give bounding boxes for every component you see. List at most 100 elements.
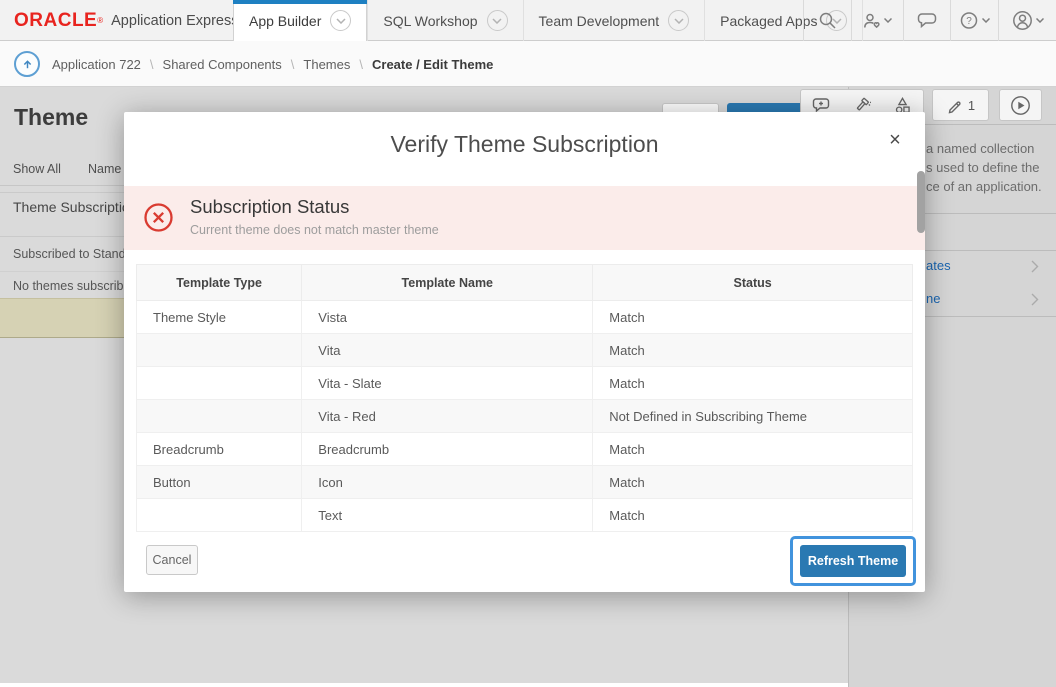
- page-footer-strip: [0, 683, 848, 687]
- chevron-right-icon: [1031, 293, 1039, 306]
- table-row: BreadcrumbBreadcrumbMatch: [137, 433, 913, 466]
- template-type-cell: [137, 499, 302, 532]
- status-cell: Match: [593, 466, 913, 499]
- pencil-icon: [946, 97, 963, 114]
- tab-menu-chevron-icon[interactable]: [487, 10, 508, 31]
- arrow-up-icon: [21, 58, 34, 71]
- template-name-cell: Vista: [302, 301, 593, 334]
- breadcrumb-separator: \: [359, 57, 363, 72]
- breadcrumb-current: Create / Edit Theme: [372, 57, 493, 72]
- tab-menu-chevron-icon[interactable]: [668, 10, 689, 31]
- template-name-cell: Vita: [302, 334, 593, 367]
- tab-sql-workshop[interactable]: SQL Workshop: [367, 0, 522, 41]
- play-icon: [1010, 95, 1031, 116]
- subscription-status-alert: Subscription Status Current theme does n…: [124, 186, 925, 250]
- status-cell: Not Defined in Subscribing Theme: [593, 400, 913, 433]
- search-icon: [818, 11, 837, 30]
- template-name-cell: Vita - Slate: [302, 367, 593, 400]
- edit-page-button[interactable]: 1: [932, 89, 989, 121]
- verify-theme-subscription-dialog: Verify Theme Subscription × Subscription…: [124, 112, 925, 592]
- oracle-logo-text: ORACLE: [14, 10, 97, 32]
- tab-team-development[interactable]: Team Development: [523, 0, 705, 41]
- help-icon: ?: [960, 11, 979, 30]
- template-name-cell: Vita - Red: [302, 400, 593, 433]
- subscription-text-row: No themes subscribe: [13, 279, 124, 293]
- administration-button[interactable]: [851, 0, 903, 41]
- breadcrumb: Application 722 \ Shared Components \ Themes…: [52, 41, 493, 87]
- status-cell: Match: [593, 301, 913, 334]
- tab-label: SQL Workshop: [383, 13, 477, 29]
- tab-app-builder[interactable]: App Builder: [233, 0, 367, 41]
- chevron-down-icon: [1036, 18, 1044, 23]
- template-name-cell: Breadcrumb: [302, 433, 593, 466]
- tab-label: App Builder: [249, 13, 321, 29]
- column-header: Template Type: [137, 265, 302, 301]
- table-row: Theme StyleVistaMatch: [137, 301, 913, 334]
- topnav-icons: ?: [803, 0, 1056, 41]
- dialog-scrollbar-thumb[interactable]: [917, 171, 925, 233]
- feedback-bubble-plus-icon: [812, 97, 831, 114]
- chat-bubble-icon: [917, 12, 937, 29]
- template-type-cell: Theme Style: [137, 301, 302, 334]
- table-row: VitaMatch: [137, 334, 913, 367]
- sidebar-about-line: ce of an application.: [926, 177, 1042, 196]
- up-level-button[interactable]: [14, 51, 40, 77]
- filter-tab-name[interactable]: Name: [88, 162, 121, 176]
- alert-message: Current theme does not match master them…: [190, 223, 439, 237]
- table-row: ButtonIconMatch: [137, 466, 913, 499]
- status-cell: Match: [593, 499, 913, 532]
- user-avatar-icon: [1012, 10, 1033, 31]
- breadcrumb-bar: Application 722 \ Shared Components \ Themes…: [0, 41, 1056, 87]
- edit-page-number: 1: [968, 98, 975, 113]
- subscription-text-row: Subscribed to Standa: [13, 247, 124, 261]
- tab-label: Team Development: [539, 13, 660, 29]
- close-icon[interactable]: ×: [883, 128, 907, 152]
- refresh-theme-button[interactable]: Refresh Theme: [800, 545, 906, 577]
- run-application-button[interactable]: [999, 89, 1042, 121]
- template-name-cell: Text: [302, 499, 593, 532]
- tab-menu-chevron-icon[interactable]: [330, 10, 351, 31]
- template-type-cell: [137, 334, 302, 367]
- breadcrumb-item[interactable]: Application 722: [52, 57, 141, 72]
- template-type-cell: [137, 400, 302, 433]
- help-button[interactable]: ?: [950, 0, 998, 41]
- column-header: Template Name: [302, 265, 593, 301]
- breadcrumb-item[interactable]: Shared Components: [163, 57, 282, 72]
- breadcrumb-item[interactable]: Themes: [303, 57, 350, 72]
- template-comparison-table: Template TypeTemplate NameStatus Theme S…: [136, 264, 913, 532]
- table-row: Vita - RedNot Defined in Subscribing The…: [137, 400, 913, 433]
- verify-table-body: Theme StyleVistaMatchVitaMatchVita - Sla…: [137, 301, 913, 532]
- section-title-theme-subscription: Theme Subscription: [13, 199, 138, 215]
- top-navigation-bar: ORACLE® Application Express App Builder S…: [0, 0, 1056, 41]
- product-name: Application Express: [111, 13, 238, 29]
- administration-icon: [863, 12, 881, 30]
- column-header: Status: [593, 265, 913, 301]
- status-cell: Match: [593, 433, 913, 466]
- alert-title: Subscription Status: [190, 196, 349, 218]
- breadcrumb-separator: \: [291, 57, 295, 72]
- sidebar-about-text: a named collections used to define thece…: [926, 139, 1042, 196]
- breadcrumb-separator: \: [150, 57, 154, 72]
- chevron-right-icon: [1031, 260, 1039, 273]
- registered-mark: ®: [97, 16, 103, 26]
- status-cell: Match: [593, 367, 913, 400]
- feedback-chat-button[interactable]: [903, 0, 950, 41]
- status-cell: Match: [593, 334, 913, 367]
- search-button[interactable]: [803, 0, 851, 41]
- table-row: TextMatch: [137, 499, 913, 532]
- account-menu-button[interactable]: [998, 0, 1056, 41]
- filter-tab-show-all[interactable]: Show All: [13, 162, 61, 176]
- cancel-button[interactable]: Cancel: [146, 545, 198, 575]
- oracle-apex-logo[interactable]: ORACLE® Application Express: [14, 0, 238, 41]
- template-type-cell: Button: [137, 466, 302, 499]
- table-row: Vita - SlateMatch: [137, 367, 913, 400]
- svg-text:?: ?: [966, 16, 972, 27]
- error-circle-icon: [143, 202, 174, 233]
- sidebar-about-line: s used to define the: [926, 158, 1042, 177]
- template-type-cell: Breadcrumb: [137, 433, 302, 466]
- topnav-tabs: App BuilderSQL WorkshopTeam DevelopmentP…: [233, 0, 863, 41]
- table-header-row: Template TypeTemplate NameStatus: [137, 265, 913, 301]
- dialog-title: Verify Theme Subscription: [124, 131, 925, 158]
- sidebar-about-line: a named collection: [926, 139, 1042, 158]
- template-type-cell: [137, 367, 302, 400]
